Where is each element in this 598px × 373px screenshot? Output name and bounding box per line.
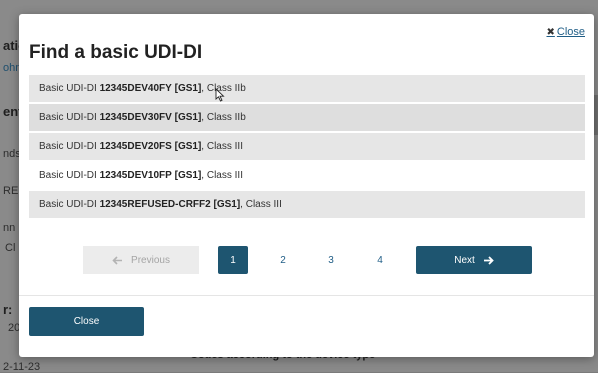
row-prefix: Basic UDI-DI bbox=[39, 112, 100, 123]
previous-button[interactable]: Previous bbox=[83, 246, 199, 274]
row-agency: [GS1] bbox=[174, 170, 202, 181]
row-prefix: Basic UDI-DI bbox=[39, 141, 100, 152]
row-code: 12345DEV20FS bbox=[99, 141, 172, 152]
close-x-icon: ✖ bbox=[546, 26, 555, 38]
background-fragment: r: bbox=[3, 302, 13, 317]
list-item[interactable]: Basic UDI-DI 12345DEV30FV [GS1], Class I… bbox=[29, 104, 585, 133]
row-agency: [GS1] bbox=[213, 199, 241, 210]
background-fragment: 2-11-23 bbox=[3, 361, 41, 373]
row-prefix: Basic UDI-DI bbox=[39, 83, 100, 94]
row-prefix: Basic UDI-DI bbox=[39, 170, 100, 181]
mouse-pointer-icon bbox=[215, 88, 225, 102]
page-1-button[interactable]: 1 bbox=[218, 246, 248, 274]
row-class: , Class III bbox=[201, 141, 243, 152]
page-3-button[interactable]: 3 bbox=[316, 246, 346, 274]
page-2-button[interactable]: 2 bbox=[268, 246, 298, 274]
close-link[interactable]: ✖ Close bbox=[546, 26, 585, 38]
row-class: , Class III bbox=[201, 170, 243, 181]
footer-divider bbox=[19, 295, 594, 296]
next-label: Next bbox=[454, 254, 475, 266]
udi-di-results-list: Basic UDI-DI 12345DEV40FY [GS1], Class I… bbox=[29, 75, 585, 220]
row-class: , Class IIb bbox=[201, 112, 246, 123]
background-fragment: Cl bbox=[5, 242, 16, 254]
close-link-label: Close bbox=[556, 26, 585, 38]
previous-label: Previous bbox=[131, 254, 170, 266]
list-item[interactable]: Basic UDI-DI 12345REFUSED-CRFF2 [GS1], C… bbox=[29, 191, 585, 220]
row-class: , Class III bbox=[240, 199, 282, 210]
list-item[interactable]: Basic UDI-DI 12345DEV40FY [GS1], Class I… bbox=[29, 75, 585, 104]
background-fragment: RE bbox=[3, 185, 19, 197]
close-button[interactable]: Close bbox=[29, 307, 144, 336]
background-fragment: nn bbox=[3, 222, 16, 234]
row-code: 12345DEV10FP bbox=[99, 170, 172, 181]
row-code: 12345REFUSED-CRFF2 bbox=[99, 199, 211, 210]
list-item[interactable]: Basic UDI-DI 12345DEV20FS [GS1], Class I… bbox=[29, 133, 585, 162]
row-code: 12345DEV30FV bbox=[99, 112, 172, 123]
find-basic-udi-di-modal: ✖ Close Find a basic UDI-DI Basic UDI-DI… bbox=[19, 14, 594, 357]
row-agency: [GS1] bbox=[174, 83, 202, 94]
modal-title: Find a basic UDI-DI bbox=[29, 42, 203, 63]
next-button[interactable]: Next bbox=[416, 246, 532, 274]
list-item[interactable]: Basic UDI-DI 12345DEV10FP [GS1], Class I… bbox=[29, 162, 585, 191]
row-code: 12345DEV40FY bbox=[99, 83, 172, 94]
pagination: Previous 1 2 3 4 Next bbox=[19, 246, 594, 274]
page-4-button[interactable]: 4 bbox=[365, 246, 395, 274]
row-prefix: Basic UDI-DI bbox=[39, 199, 100, 210]
row-agency: [GS1] bbox=[174, 112, 202, 123]
arrow-right-icon bbox=[483, 255, 494, 265]
arrow-left-icon bbox=[112, 255, 123, 265]
row-agency: [GS1] bbox=[174, 141, 202, 152]
